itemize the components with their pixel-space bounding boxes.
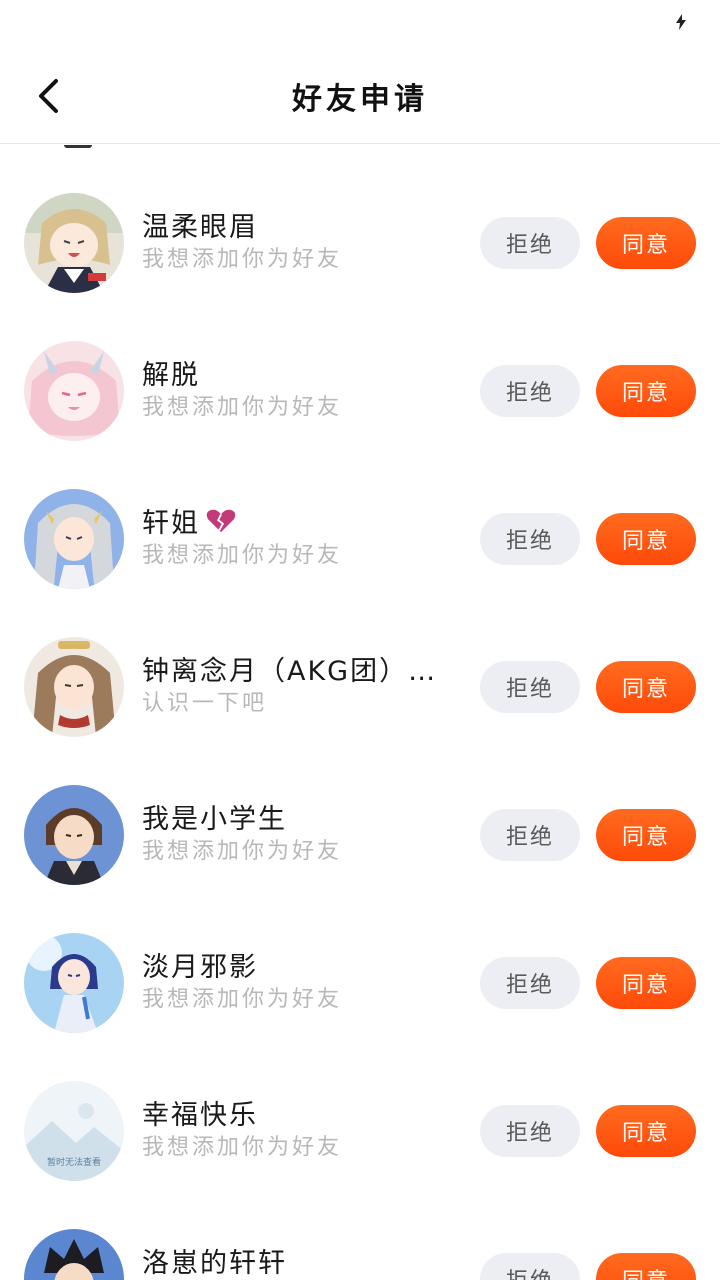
request-message: 我想添加你为好友 [142, 839, 343, 864]
avatar[interactable] [24, 341, 124, 441]
list-item[interactable]: 我是小学生 我想添加你为好友 拒绝 同意 [0, 737, 720, 885]
requester-name: 解脱 [142, 360, 200, 391]
request-message: 我想添加你为好友 [142, 247, 343, 272]
avatar-placeholder-text: 暂时无法查看 [46, 1158, 101, 1168]
friend-request-list[interactable]: 温柔眼眉 我想添加你为好友 拒绝 同意 解脱 我想添加你为好友 拒绝 同意 轩姐… [0, 145, 720, 1280]
avatar[interactable]: 暂时无法查看 [24, 1081, 124, 1181]
list-item[interactable]: 洛崽的轩轩 拒绝 同意 [0, 1181, 720, 1280]
request-message: 认识一下吧 [142, 691, 268, 716]
avatar[interactable] [24, 637, 124, 737]
broken-heart-icon [206, 509, 236, 532]
accept-button[interactable]: 同意 [596, 1253, 696, 1280]
list-item[interactable]: 轩姐 我想添加你为好友 拒绝 同意 [0, 441, 720, 589]
nav-bar: 好友申请 [0, 48, 720, 144]
accept-button[interactable]: 同意 [596, 661, 696, 713]
charging-icon [676, 14, 686, 30]
requester-name: 我是小学生 [142, 804, 287, 835]
reject-button[interactable]: 拒绝 [480, 1253, 580, 1280]
requester-name: 幸福快乐 [142, 1100, 258, 1131]
requester-name: 温柔眼眉 [142, 212, 258, 243]
request-message: 我想添加你为好友 [142, 543, 343, 568]
avatar[interactable] [24, 933, 124, 1033]
reject-button[interactable]: 拒绝 [480, 365, 580, 417]
reject-button[interactable]: 拒绝 [480, 217, 580, 269]
accept-button[interactable]: 同意 [596, 957, 696, 1009]
status-bar [0, 0, 720, 48]
avatar[interactable] [24, 785, 124, 885]
request-message: 我想添加你为好友 [142, 395, 343, 420]
reject-button[interactable]: 拒绝 [480, 1105, 580, 1157]
list-item[interactable]: 暂时无法查看 幸福快乐 我想添加你为好友 拒绝 同意 [0, 1033, 720, 1181]
accept-button[interactable]: 同意 [596, 513, 696, 565]
reject-button[interactable]: 拒绝 [480, 513, 580, 565]
request-message: 我想添加你为好友 [142, 1135, 343, 1160]
list-item[interactable]: 钟离念月（AKG团）… 认识一下吧 拒绝 同意 [0, 589, 720, 737]
reject-button[interactable]: 拒绝 [480, 957, 580, 1009]
accept-button[interactable]: 同意 [596, 365, 696, 417]
requester-name: 轩姐 [142, 501, 452, 540]
accept-button[interactable]: 同意 [596, 217, 696, 269]
avatar[interactable] [24, 489, 124, 589]
accept-button[interactable]: 同意 [596, 1105, 696, 1157]
requester-name: 淡月邪影 [142, 952, 258, 983]
requester-name: 钟离念月（AKG团）… [142, 656, 438, 687]
reject-button[interactable]: 拒绝 [480, 661, 580, 713]
list-item[interactable]: 淡月邪影 我想添加你为好友 拒绝 同意 [0, 885, 720, 1033]
avatar[interactable] [24, 1229, 124, 1280]
list-item[interactable]: 温柔眼眉 我想添加你为好友 拒绝 同意 [0, 145, 720, 293]
page-title: 好友申请 [292, 82, 428, 117]
reject-button[interactable]: 拒绝 [480, 809, 580, 861]
requester-name: 洛崽的轩轩 [142, 1248, 287, 1279]
avatar[interactable] [24, 193, 124, 293]
list-item[interactable]: 解脱 我想添加你为好友 拒绝 同意 [0, 293, 720, 441]
accept-button[interactable]: 同意 [596, 809, 696, 861]
request-message: 我想添加你为好友 [142, 987, 343, 1012]
